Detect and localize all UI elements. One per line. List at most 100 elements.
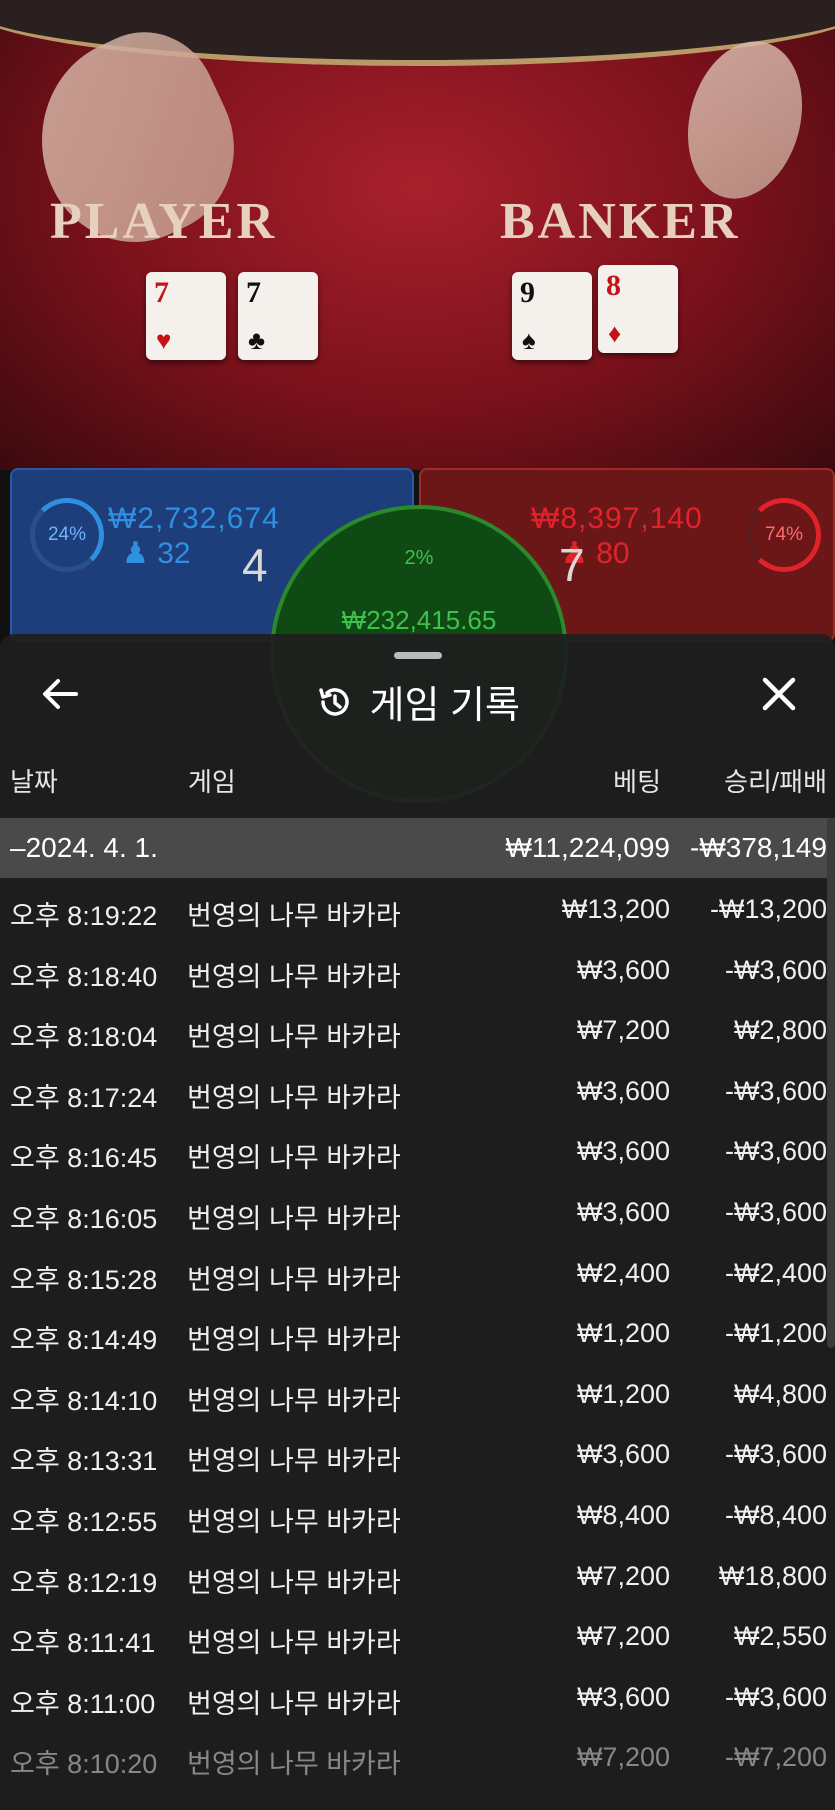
table-row[interactable]: 오후 8:18:04 번영의 나무 바카라 ₩7,200 ₩2,800 (0, 999, 835, 1060)
player-label: PLAYER (50, 193, 278, 250)
column-headers: 날짜 게임 베팅 승리/패배 (0, 762, 835, 806)
banker-card: 9 ♠ (512, 272, 592, 360)
tie-percent: 2% (404, 547, 434, 569)
sheet-drag-handle[interactable] (394, 652, 442, 659)
table-row[interactable]: 오후 8:16:05 번영의 나무 바카라 ₩3,600 -₩3,600 (0, 1181, 835, 1242)
player-score: 4 (242, 539, 268, 591)
row-bet: ₩2,400 (576, 1257, 670, 1288)
col-date: 날짜 (10, 767, 58, 797)
close-button[interactable] (759, 674, 799, 714)
player-bet-amount: ₩2,732,674 (108, 502, 280, 535)
row-bet: ₩3,600 (576, 1196, 670, 1227)
row-bet: ₩3,600 (576, 954, 670, 985)
banker-card: 8 ♦ (598, 265, 678, 353)
sheet-header: 게임 기록 (0, 674, 835, 727)
row-time: 오후 8:12:19 (10, 1567, 158, 1598)
row-result: ₩2,550 (733, 1621, 827, 1652)
row-time: 오후 8:11:41 (10, 1628, 156, 1659)
col-result: 승리/패배 (724, 767, 827, 797)
row-game: 번영의 나무 바카라 (187, 1264, 401, 1295)
row-game: 번영의 나무 바카라 (187, 1628, 401, 1659)
table-row[interactable]: 오후 8:13:31 번영의 나무 바카라 ₩3,600 -₩3,600 (0, 1423, 835, 1484)
row-bet: ₩1,200 (576, 1378, 670, 1409)
row-game: 번영의 나무 바카라 (187, 1506, 401, 1537)
row-time: 오후 8:16:05 (10, 1203, 158, 1234)
table-row[interactable]: 오후 8:19:22 번영의 나무 바카라 ₩13,200 -₩13,200 (0, 878, 835, 939)
row-game: 번영의 나무 바카라 (187, 1567, 401, 1598)
row-game: 번영의 나무 바카라 (187, 1688, 401, 1719)
close-icon (762, 677, 796, 711)
banker-label: BANKER (500, 193, 741, 250)
row-time: 오후 8:17:24 (10, 1082, 158, 1113)
row-bet: ₩7,200 (576, 1621, 670, 1652)
row-game: 번영의 나무 바카라 (187, 1203, 401, 1234)
row-time: 오후 8:15:28 (10, 1264, 158, 1295)
row-result: -₩3,600 (724, 954, 827, 985)
row-game: 번영의 나무 바카라 (187, 1325, 401, 1356)
summary-bet: ₩11,224,099 (505, 832, 671, 863)
page-title: 게임 기록 (369, 685, 520, 727)
row-bet: ₩13,200 (561, 894, 670, 924)
row-time: 오후 8:14:49 (10, 1325, 158, 1356)
player-card: 7 ♣ (238, 272, 318, 360)
row-bet: ₩3,600 (576, 1681, 670, 1712)
row-time: 오후 8:18:04 (10, 1022, 158, 1053)
user-icon: ♟ (122, 537, 149, 570)
row-result: -₩3,600 (724, 1681, 827, 1712)
row-time: 오후 8:13:31 (10, 1446, 158, 1477)
row-game: 번영의 나무 바카라 (187, 1022, 401, 1053)
row-time: 오후 8:14:10 (10, 1385, 158, 1416)
baccarat-table: PLAYER BANKER 7 ♥ 7 ♣ 9 ♠ 8 ♦ (0, 0, 835, 470)
game-history-sheet: 게임 기록 날짜 게임 베팅 승리/패배 –2024. 4. 1. ₩11,22… (0, 634, 835, 1810)
banker-bet-amount: ₩8,397,140 (531, 502, 703, 535)
row-bet: ₩3,600 (576, 1439, 670, 1470)
row-game: 번영의 나무 바카라 (187, 1749, 401, 1780)
summary-date: –2024. 4. 1. (10, 832, 158, 863)
player-count: ♟ 32 (122, 537, 191, 570)
row-time: 오후 8:12:55 (10, 1506, 158, 1537)
row-bet: ₩7,200 (576, 1015, 670, 1046)
dealer-hand-right (671, 28, 819, 212)
table-row[interactable]: 오후 8:18:40 번영의 나무 바카라 ₩3,600 -₩3,600 (0, 939, 835, 1000)
table-row[interactable]: 오후 8:10:20 번영의 나무 바카라 ₩7,200 -₩7,200 (0, 1726, 835, 1787)
table-row[interactable]: 오후 8:14:49 번영의 나무 바카라 ₩1,200 -₩1,200 (0, 1302, 835, 1363)
table-row[interactable]: 오후 8:14:10 번영의 나무 바카라 ₩1,200 ₩4,800 (0, 1363, 835, 1424)
summary-result: -₩378,149 (690, 832, 827, 863)
row-time: 오후 8:19:22 (10, 901, 158, 931)
row-game: 번영의 나무 바카라 (187, 1385, 401, 1416)
row-bet: ₩7,200 (576, 1560, 670, 1591)
row-bet: ₩7,200 (576, 1742, 670, 1773)
row-bet: ₩1,200 (576, 1318, 670, 1349)
row-game: 번영의 나무 바카라 (187, 961, 401, 992)
row-time: 오후 8:16:45 (10, 1143, 158, 1174)
row-result: -₩1,200 (724, 1318, 827, 1349)
banker-percent-ring: 74% (747, 498, 821, 572)
table-row[interactable]: 오후 8:17:24 번영의 나무 바카라 ₩3,600 -₩3,600 (0, 1060, 835, 1121)
row-bet: ₩3,600 (576, 1075, 670, 1106)
col-game: 게임 (188, 767, 236, 797)
table-row[interactable]: 오후 8:11:00 번영의 나무 바카라 ₩3,600 -₩3,600 (0, 1666, 835, 1727)
row-result: -₩3,600 (724, 1196, 827, 1227)
table-row[interactable]: 오후 8:15:28 번영의 나무 바카라 ₩2,400 -₩2,400 (0, 1242, 835, 1303)
table-row[interactable]: 오후 8:11:41 번영의 나무 바카라 ₩7,200 ₩2,550 (0, 1605, 835, 1666)
table-row[interactable]: 오후 8:16:45 번영의 나무 바카라 ₩3,600 -₩3,600 (0, 1120, 835, 1181)
player-percent-ring: 24% (30, 498, 104, 572)
table-row[interactable]: 오후 8:12:19 번영의 나무 바카라 ₩7,200 ₩18,800 (0, 1545, 835, 1606)
row-result: -₩7,200 (724, 1742, 827, 1773)
row-bet: ₩8,400 (576, 1499, 670, 1530)
row-result: -₩2,400 (724, 1257, 827, 1288)
date-summary-row[interactable]: –2024. 4. 1. ₩11,224,099 -₩378,149 (0, 818, 835, 878)
table-row[interactable]: 오후 8:12:55 번영의 나무 바카라 ₩8,400 -₩8,400 (0, 1484, 835, 1545)
row-time: 오후 8:18:40 (10, 961, 158, 992)
row-time: 오후 8:10:20 (10, 1749, 158, 1780)
history-icon (319, 687, 349, 716)
row-time: 오후 8:11:00 (10, 1688, 156, 1719)
player-card: 7 ♥ (146, 272, 226, 360)
row-game: 번영의 나무 바카라 (187, 1082, 401, 1113)
row-bet: ₩3,600 (576, 1136, 670, 1167)
row-result: ₩18,800 (718, 1560, 827, 1591)
row-result: -₩13,200 (709, 894, 827, 924)
history-list: 오후 8:19:22 번영의 나무 바카라 ₩13,200 -₩13,200 오후 8:… (0, 878, 835, 1787)
row-game: 번영의 나무 바카라 (187, 1446, 401, 1477)
row-result: -₩3,600 (724, 1136, 827, 1167)
